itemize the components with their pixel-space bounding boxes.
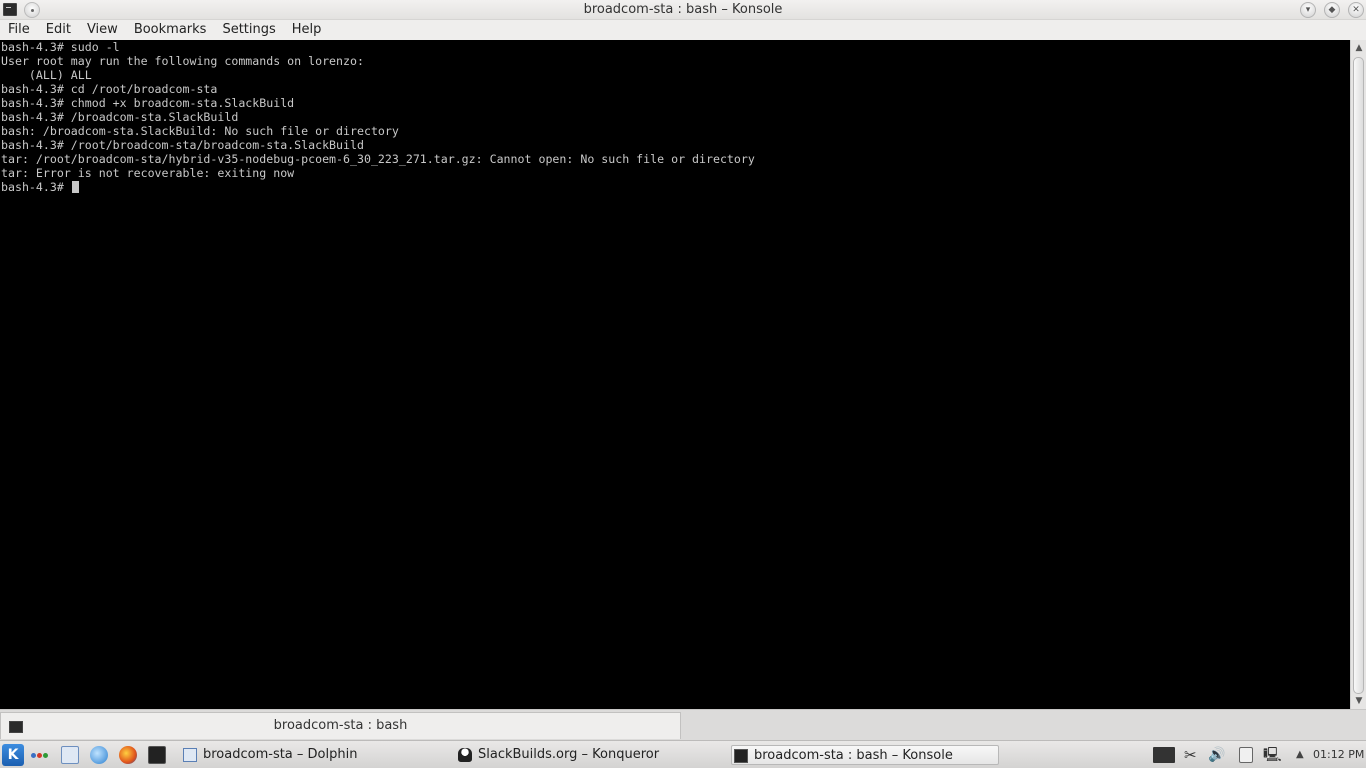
task-konsole-active[interactable]: broadcom-sta : bash – Konsole [731, 745, 999, 765]
volume-icon[interactable]: 🔊 [1208, 747, 1232, 763]
konqueror-tux-icon [458, 748, 472, 762]
scroll-down-arrow-icon[interactable]: ▼ [1351, 694, 1366, 708]
task-label: broadcom-sta – Dolphin [203, 747, 358, 762]
terminal-line: User root may run the following commands… [1, 54, 364, 68]
menu-view[interactable]: View [79, 20, 126, 40]
terminal-line: bash: /broadcom-sta.SlackBuild: No such … [1, 124, 399, 138]
menu-settings[interactable]: Settings [214, 20, 283, 40]
task-dolphin[interactable]: broadcom-sta – Dolphin [181, 745, 451, 765]
maximize-button[interactable]: ◆ [1324, 2, 1340, 18]
terminal-line: bash-4.3# chmod +x broadcom-sta.SlackBui… [1, 96, 295, 110]
tab-label: broadcom-sta : bash [273, 718, 408, 733]
terminal-cursor [71, 181, 79, 193]
activities-icon[interactable] [31, 746, 49, 764]
dolphin-icon [183, 748, 197, 762]
terminal-scrollbar[interactable]: ▲ ▼ [1350, 40, 1366, 709]
menu-file[interactable]: File [0, 20, 38, 40]
minimize-button[interactable]: ▾ [1300, 2, 1316, 18]
file-manager-icon[interactable] [61, 746, 79, 764]
task-label: broadcom-sta : bash – Konsole [754, 748, 953, 763]
terminal-line: bash-4.3# cd /root/broadcom-sta [1, 82, 218, 96]
terminal-prompt: bash-4.3# [1, 180, 71, 194]
clipboard-icon[interactable] [1239, 747, 1253, 763]
terminal-output[interactable]: bash-4.3# sudo -l User root may run the … [0, 40, 1350, 709]
terminal-line: tar: /root/broadcom-sta/hybrid-v35-nodeb… [1, 152, 755, 166]
terminal-line: (ALL) ALL [1, 68, 92, 82]
menu-bookmarks[interactable]: Bookmarks [126, 20, 215, 40]
terminal-line: bash-4.3# /broadcom-sta.SlackBuild [1, 110, 239, 124]
close-button[interactable]: ✕ [1348, 2, 1364, 18]
network-disconnected-icon[interactable]: 🖳 [1263, 747, 1285, 763]
firefox-icon[interactable] [119, 746, 137, 764]
terminal-line: bash-4.3# sudo -l [1, 40, 120, 54]
konsole-tab-bar: broadcom-sta : bash [0, 709, 1366, 740]
konsole-icon [734, 749, 748, 763]
menu-help[interactable]: Help [284, 20, 330, 40]
display-tray-icon[interactable] [1153, 747, 1175, 763]
taskbar: K broadcom-sta – Dolphin SlackBuilds.org… [0, 740, 1366, 768]
kde-menu-icon[interactable]: K [2, 744, 24, 766]
terminal-launcher-icon[interactable] [148, 746, 166, 764]
tray-expand-arrow-icon[interactable]: ▲ [1296, 747, 1306, 763]
scroll-up-arrow-icon[interactable]: ▲ [1351, 41, 1366, 55]
terminal-prompt-line[interactable]: bash-4.3# [1, 180, 1350, 194]
menu-edit[interactable]: Edit [38, 20, 79, 40]
scrollbar-thumb[interactable] [1353, 57, 1364, 694]
clock[interactable]: 01:12 PM [1313, 747, 1364, 763]
menu-bar: File Edit View Bookmarks Settings Help [0, 20, 1366, 40]
window-titlebar[interactable]: broadcom-sta : bash – Konsole ▾ ◆ ✕ [0, 0, 1366, 20]
terminal-line: bash-4.3# /root/broadcom-sta/broadcom-st… [1, 138, 364, 152]
window-title: broadcom-sta : bash – Konsole [583, 2, 783, 17]
terminal-line: tar: Error is not recoverable: exiting n… [1, 166, 295, 180]
tab-broadcom-sta-bash[interactable]: broadcom-sta : bash [0, 712, 681, 739]
task-label: SlackBuilds.org – Konqueror [478, 747, 660, 762]
web-browser-icon[interactable] [90, 746, 108, 764]
task-konqueror[interactable]: SlackBuilds.org – Konqueror [456, 745, 726, 765]
clipboard-scissors-icon[interactable]: ✂ [1184, 747, 1200, 763]
